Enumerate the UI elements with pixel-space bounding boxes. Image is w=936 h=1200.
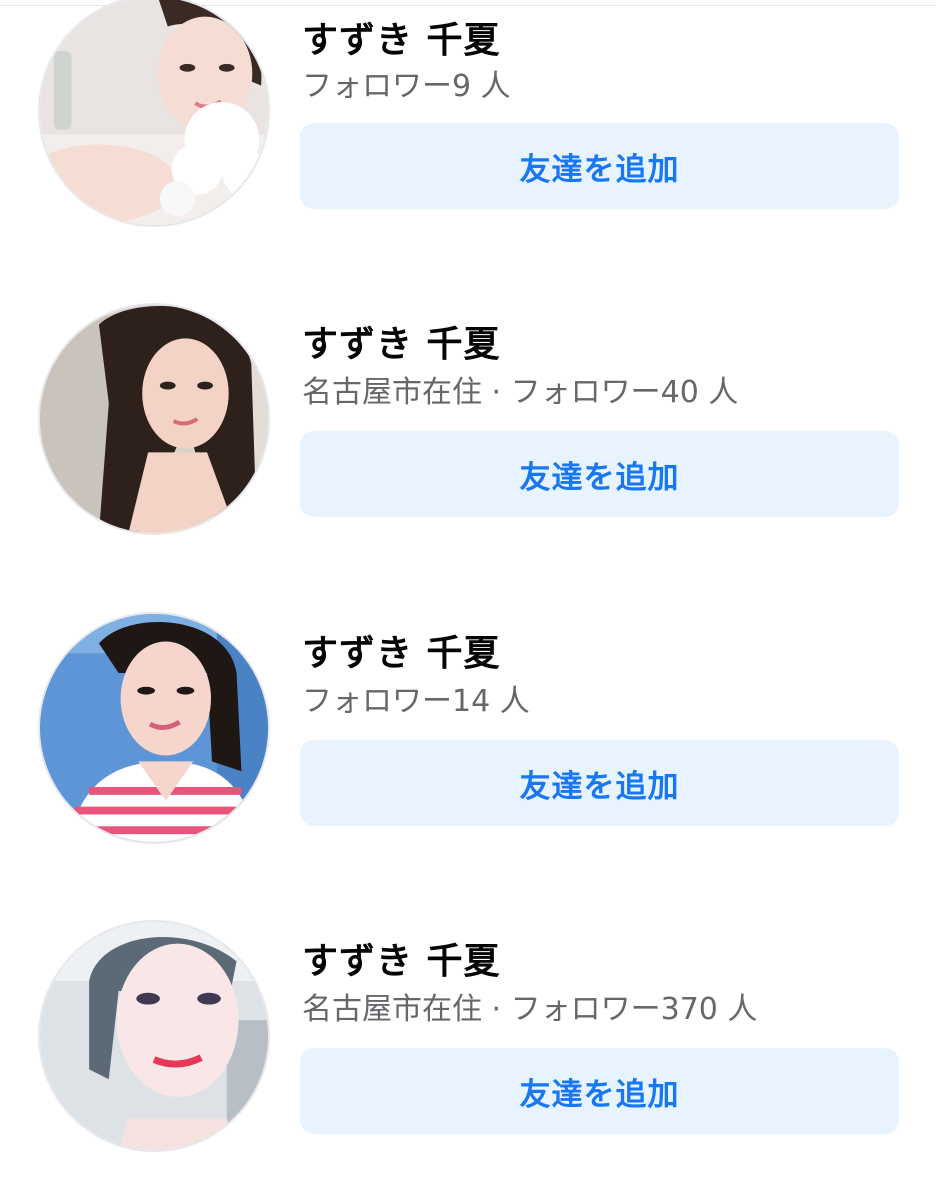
person-name[interactable]: すずき 千夏 (302, 932, 501, 984)
person-subtitle: フォロワー14 人 (302, 684, 530, 719)
avatar-photo (40, 0, 268, 225)
add-friend-button[interactable]: 友達を追加 (300, 1048, 899, 1134)
add-friend-button[interactable]: 友達を追加 (300, 123, 899, 209)
person-subtitle: 名古屋市在住 · フォロワー370 人 (302, 992, 758, 1027)
person-row: すずき 千夏 フォロワー9 人 友達を追加 (0, 0, 936, 227)
person-name[interactable]: すずき 千夏 (302, 11, 501, 63)
person-row: すずき 千夏 名古屋市在住 · フォロワー40 人 友達を追加 (0, 303, 936, 535)
avatar[interactable] (38, 303, 270, 535)
person-subtitle: 名古屋市在住 · フォロワー40 人 (302, 375, 739, 410)
add-friend-button[interactable]: 友達を追加 (300, 431, 899, 517)
add-friend-button[interactable]: 友達を追加 (300, 740, 899, 826)
people-you-may-know-list: すずき 千夏 フォロワー9 人 友達を追加 すずき 千夏 名古屋市在住 · フォ… (0, 0, 936, 1200)
avatar[interactable] (38, 612, 270, 844)
person-row: すずき 千夏 名古屋市在住 · フォロワー370 人 友達を追加 (0, 920, 936, 1152)
avatar[interactable] (38, 0, 270, 227)
person-row: すずき 千夏 フォロワー14 人 友達を追加 (0, 612, 936, 844)
person-name[interactable]: すずき 千夏 (302, 315, 501, 367)
person-name[interactable]: すずき 千夏 (302, 624, 501, 676)
avatar-photo (40, 614, 268, 842)
avatar[interactable] (38, 920, 270, 1152)
avatar-photo (40, 305, 268, 533)
person-subtitle: フォロワー9 人 (302, 69, 511, 104)
avatar-photo (40, 922, 268, 1150)
